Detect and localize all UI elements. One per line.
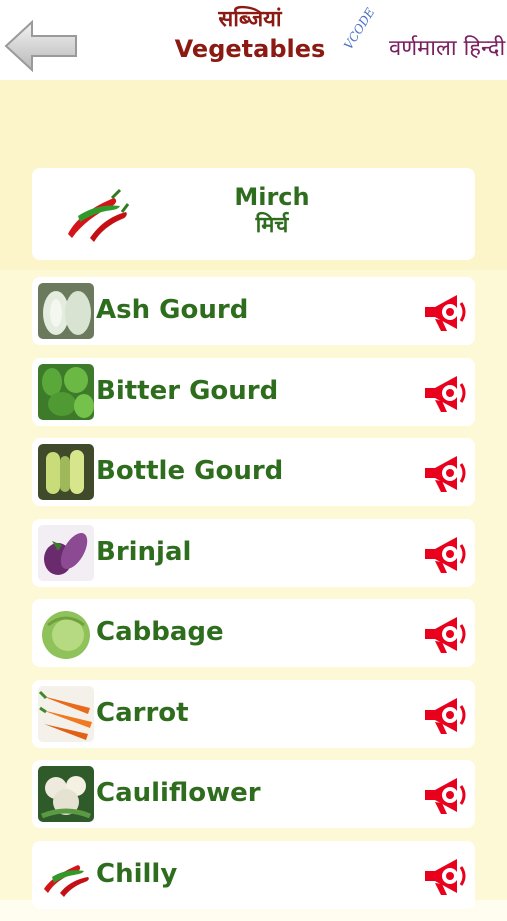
speaker-icon[interactable] bbox=[421, 450, 467, 496]
item-label: Chilly bbox=[96, 858, 178, 889]
brand-logo: VCODE वर्णमाला हिन्दी bbox=[341, 6, 505, 74]
speaker-icon[interactable] bbox=[421, 772, 467, 818]
chilli-image bbox=[56, 176, 134, 252]
brand-name: वर्णमाला हिन्दी bbox=[389, 36, 506, 61]
cauliflower-image bbox=[38, 766, 94, 822]
list-item-cauliflower[interactable]: Cauliflower bbox=[32, 760, 475, 828]
speaker-icon[interactable] bbox=[421, 370, 467, 416]
speaker-icon[interactable] bbox=[421, 692, 467, 738]
list-item-ash-gourd[interactable]: Ash Gourd bbox=[32, 277, 475, 345]
speaker-icon[interactable] bbox=[421, 289, 467, 335]
carrot-image bbox=[38, 685, 94, 742]
item-label: Brinjal bbox=[96, 536, 192, 567]
ash-gourd-image bbox=[38, 283, 94, 339]
featured-card: Mirch मिर्च bbox=[32, 168, 475, 260]
list-item-bitter-gourd[interactable]: Bitter Gourd bbox=[32, 357, 475, 426]
featured-name-english: Mirch bbox=[234, 183, 310, 211]
header-bar: सब्जियां Vegetables VCODE वर्णमाला हिन्द… bbox=[0, 0, 507, 80]
page-title: सब्जियां Vegetables bbox=[120, 6, 380, 64]
item-label: Bitter Gourd bbox=[96, 375, 279, 406]
vegetable-list: Ash Gourd Bitter Gourd Bottle Gourd Brin… bbox=[32, 277, 475, 921]
item-label: Cabbage bbox=[96, 617, 224, 647]
speaker-icon[interactable] bbox=[421, 531, 467, 577]
bottle-gourd-image bbox=[38, 444, 94, 500]
item-label: Ash Gourd bbox=[96, 295, 249, 325]
featured-name: Mirch मिर्च bbox=[202, 182, 342, 240]
list-item-cabbage[interactable]: Cabbage bbox=[32, 599, 475, 667]
content-area: Mirch मिर्च Ash Gourd Bitter Gourd Bottl… bbox=[0, 80, 507, 909]
speaker-icon[interactable] bbox=[421, 611, 467, 657]
featured-name-hindi: मिर्च bbox=[255, 213, 289, 238]
speaker-icon[interactable] bbox=[421, 853, 467, 899]
list-item-carrot[interactable]: Carrot bbox=[32, 679, 475, 748]
chilli-image bbox=[38, 846, 94, 903]
brinjal-image bbox=[38, 524, 94, 581]
list-item-chilly[interactable]: Chilly bbox=[32, 840, 475, 909]
bitter-gourd-image bbox=[38, 363, 94, 420]
title-english: Vegetables bbox=[174, 35, 326, 63]
list-item-brinjal[interactable]: Brinjal bbox=[32, 518, 475, 587]
title-hindi: सब्जियां bbox=[218, 7, 282, 32]
back-button[interactable] bbox=[4, 19, 78, 73]
item-label: Bottle Gourd bbox=[96, 456, 284, 486]
item-label: Cauliflower bbox=[96, 778, 261, 808]
list-item-bottle-gourd[interactable]: Bottle Gourd bbox=[32, 438, 475, 506]
cabbage-image bbox=[38, 605, 94, 661]
item-label: Carrot bbox=[96, 697, 189, 728]
back-arrow-icon bbox=[4, 19, 77, 73]
